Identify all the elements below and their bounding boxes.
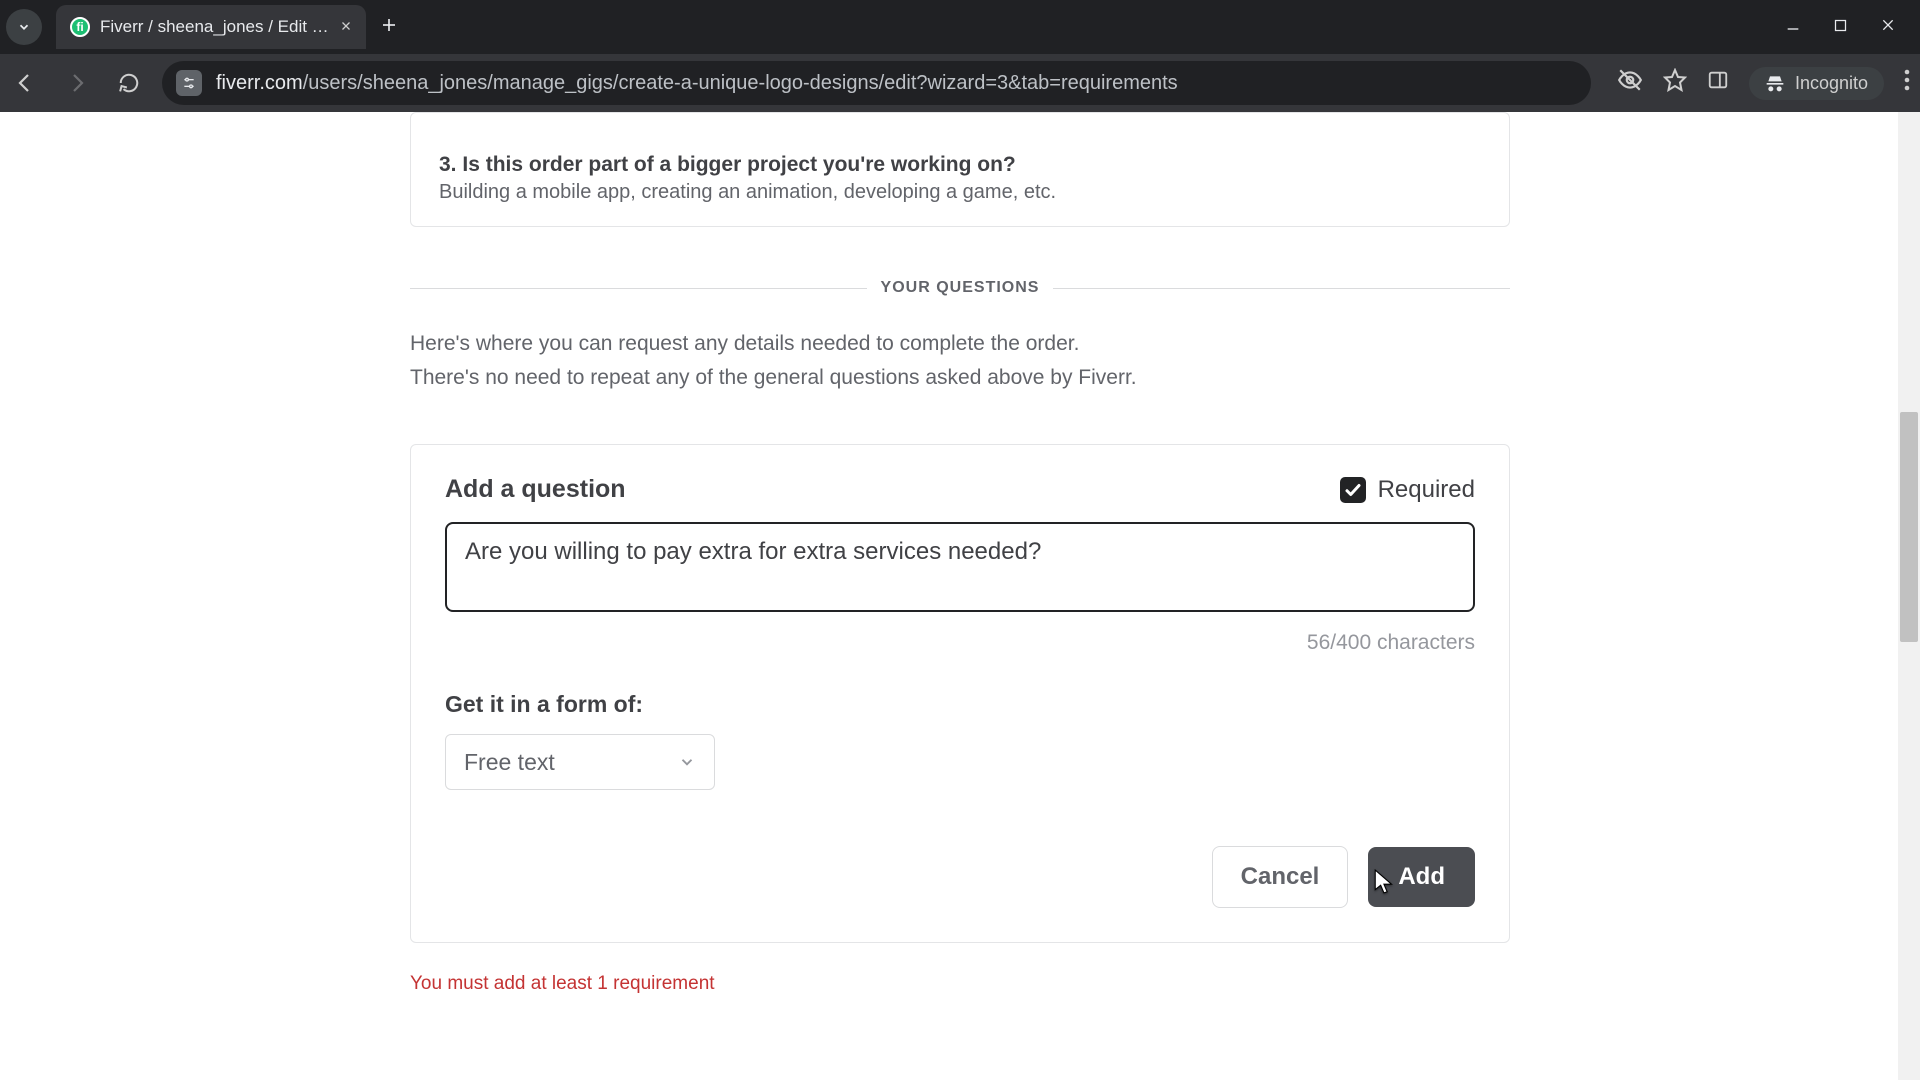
side-panel-button[interactable] bbox=[1707, 69, 1729, 97]
url-text: fiverr.com/users/sheena_jones/manage_gig… bbox=[216, 72, 1178, 95]
reload-button[interactable] bbox=[110, 64, 148, 102]
previous-question-card: 3. Is this order part of a bigger projec… bbox=[410, 112, 1510, 227]
check-icon bbox=[1344, 481, 1362, 499]
close-icon bbox=[340, 20, 352, 32]
back-button[interactable] bbox=[6, 64, 44, 102]
browser-tab[interactable]: fi Fiverr / sheena_jones / Edit Gig bbox=[56, 5, 366, 49]
question-input[interactable] bbox=[445, 522, 1475, 612]
address-bar: fiverr.com/users/sheena_jones/manage_gig… bbox=[0, 54, 1920, 112]
maximize-button[interactable] bbox=[1833, 16, 1848, 39]
mouse-cursor bbox=[1374, 869, 1396, 902]
required-label: Required bbox=[1378, 476, 1475, 504]
plus-icon bbox=[380, 16, 398, 34]
close-icon bbox=[1880, 17, 1896, 33]
vertical-scrollbar-thumb[interactable] bbox=[1900, 412, 1918, 642]
previous-question-desc: Building a mobile app, creating an anima… bbox=[439, 181, 1481, 204]
incognito-icon bbox=[1765, 73, 1785, 93]
required-checkbox[interactable] bbox=[1340, 477, 1366, 503]
previous-question-meta bbox=[439, 137, 1481, 143]
main-content: 3. Is this order part of a bigger projec… bbox=[410, 112, 1510, 995]
tab-search-button[interactable] bbox=[6, 9, 42, 45]
add-button[interactable]: Add bbox=[1368, 847, 1475, 907]
arrow-right-icon bbox=[65, 71, 89, 95]
forward-button[interactable] bbox=[58, 64, 96, 102]
star-icon bbox=[1663, 68, 1687, 92]
intro-line-1: Here's where you can request any details… bbox=[410, 327, 1510, 361]
previous-question-title: 3. Is this order part of a bigger projec… bbox=[439, 153, 1481, 177]
kebab-icon bbox=[1904, 69, 1910, 91]
maximize-icon bbox=[1833, 18, 1848, 33]
url-domain: fiverr.com bbox=[216, 72, 303, 94]
menu-button[interactable] bbox=[1904, 69, 1910, 97]
arrow-left-icon bbox=[13, 71, 37, 95]
required-toggle[interactable]: Required bbox=[1340, 476, 1475, 504]
tab-close-button[interactable] bbox=[340, 19, 352, 35]
chevron-down-icon bbox=[678, 753, 696, 771]
site-info-button[interactable] bbox=[176, 70, 202, 96]
reload-icon bbox=[118, 72, 140, 94]
browser-chrome: fi Fiverr / sheena_jones / Edit Gig five… bbox=[0, 0, 1920, 112]
toolbar-right-icons: Incognito bbox=[1617, 67, 1910, 100]
form-of-label: Get it in a form of: bbox=[445, 691, 1475, 718]
new-tab-button[interactable] bbox=[380, 14, 398, 40]
window-controls bbox=[1785, 16, 1896, 39]
section-divider: YOUR QUESTIONS bbox=[410, 279, 1510, 297]
card-actions: Cancel Add bbox=[445, 846, 1475, 908]
eye-off-button[interactable] bbox=[1617, 67, 1643, 99]
favicon: fi bbox=[70, 17, 90, 37]
eye-off-icon bbox=[1617, 67, 1643, 93]
cursor-icon bbox=[1374, 869, 1396, 895]
section-title: YOUR QUESTIONS bbox=[867, 279, 1054, 297]
validation-warning: You must add at least 1 requirement bbox=[410, 973, 1510, 995]
section-intro: Here's where you can request any details… bbox=[410, 327, 1510, 394]
add-question-card: Add a question Required 56/400 character… bbox=[410, 444, 1510, 943]
char-counter: 56/400 characters bbox=[445, 631, 1475, 655]
minimize-button[interactable] bbox=[1785, 16, 1801, 39]
titlebar: fi Fiverr / sheena_jones / Edit Gig bbox=[0, 0, 1920, 54]
add-question-title: Add a question bbox=[445, 475, 626, 504]
minimize-icon bbox=[1785, 17, 1801, 33]
cancel-button[interactable]: Cancel bbox=[1212, 846, 1349, 908]
tune-icon bbox=[181, 75, 197, 91]
bookmark-button[interactable] bbox=[1663, 68, 1687, 98]
select-value: Free text bbox=[464, 749, 555, 776]
chevron-down-icon bbox=[17, 20, 31, 34]
incognito-chip[interactable]: Incognito bbox=[1749, 67, 1884, 100]
close-window-button[interactable] bbox=[1880, 16, 1896, 39]
answer-type-select[interactable]: Free text bbox=[445, 734, 715, 790]
vertical-scrollbar-track[interactable] bbox=[1898, 112, 1920, 1080]
intro-line-2: There's no need to repeat any of the gen… bbox=[410, 361, 1510, 395]
add-button-label: Add bbox=[1398, 863, 1445, 890]
url-path: /users/sheena_jones/manage_gigs/create-a… bbox=[303, 72, 1178, 94]
panel-icon bbox=[1707, 69, 1729, 91]
url-box[interactable]: fiverr.com/users/sheena_jones/manage_gig… bbox=[162, 61, 1591, 105]
incognito-label: Incognito bbox=[1795, 73, 1868, 94]
page-viewport: 3. Is this order part of a bigger projec… bbox=[0, 112, 1920, 1080]
tab-title: Fiverr / sheena_jones / Edit Gig bbox=[100, 17, 330, 37]
